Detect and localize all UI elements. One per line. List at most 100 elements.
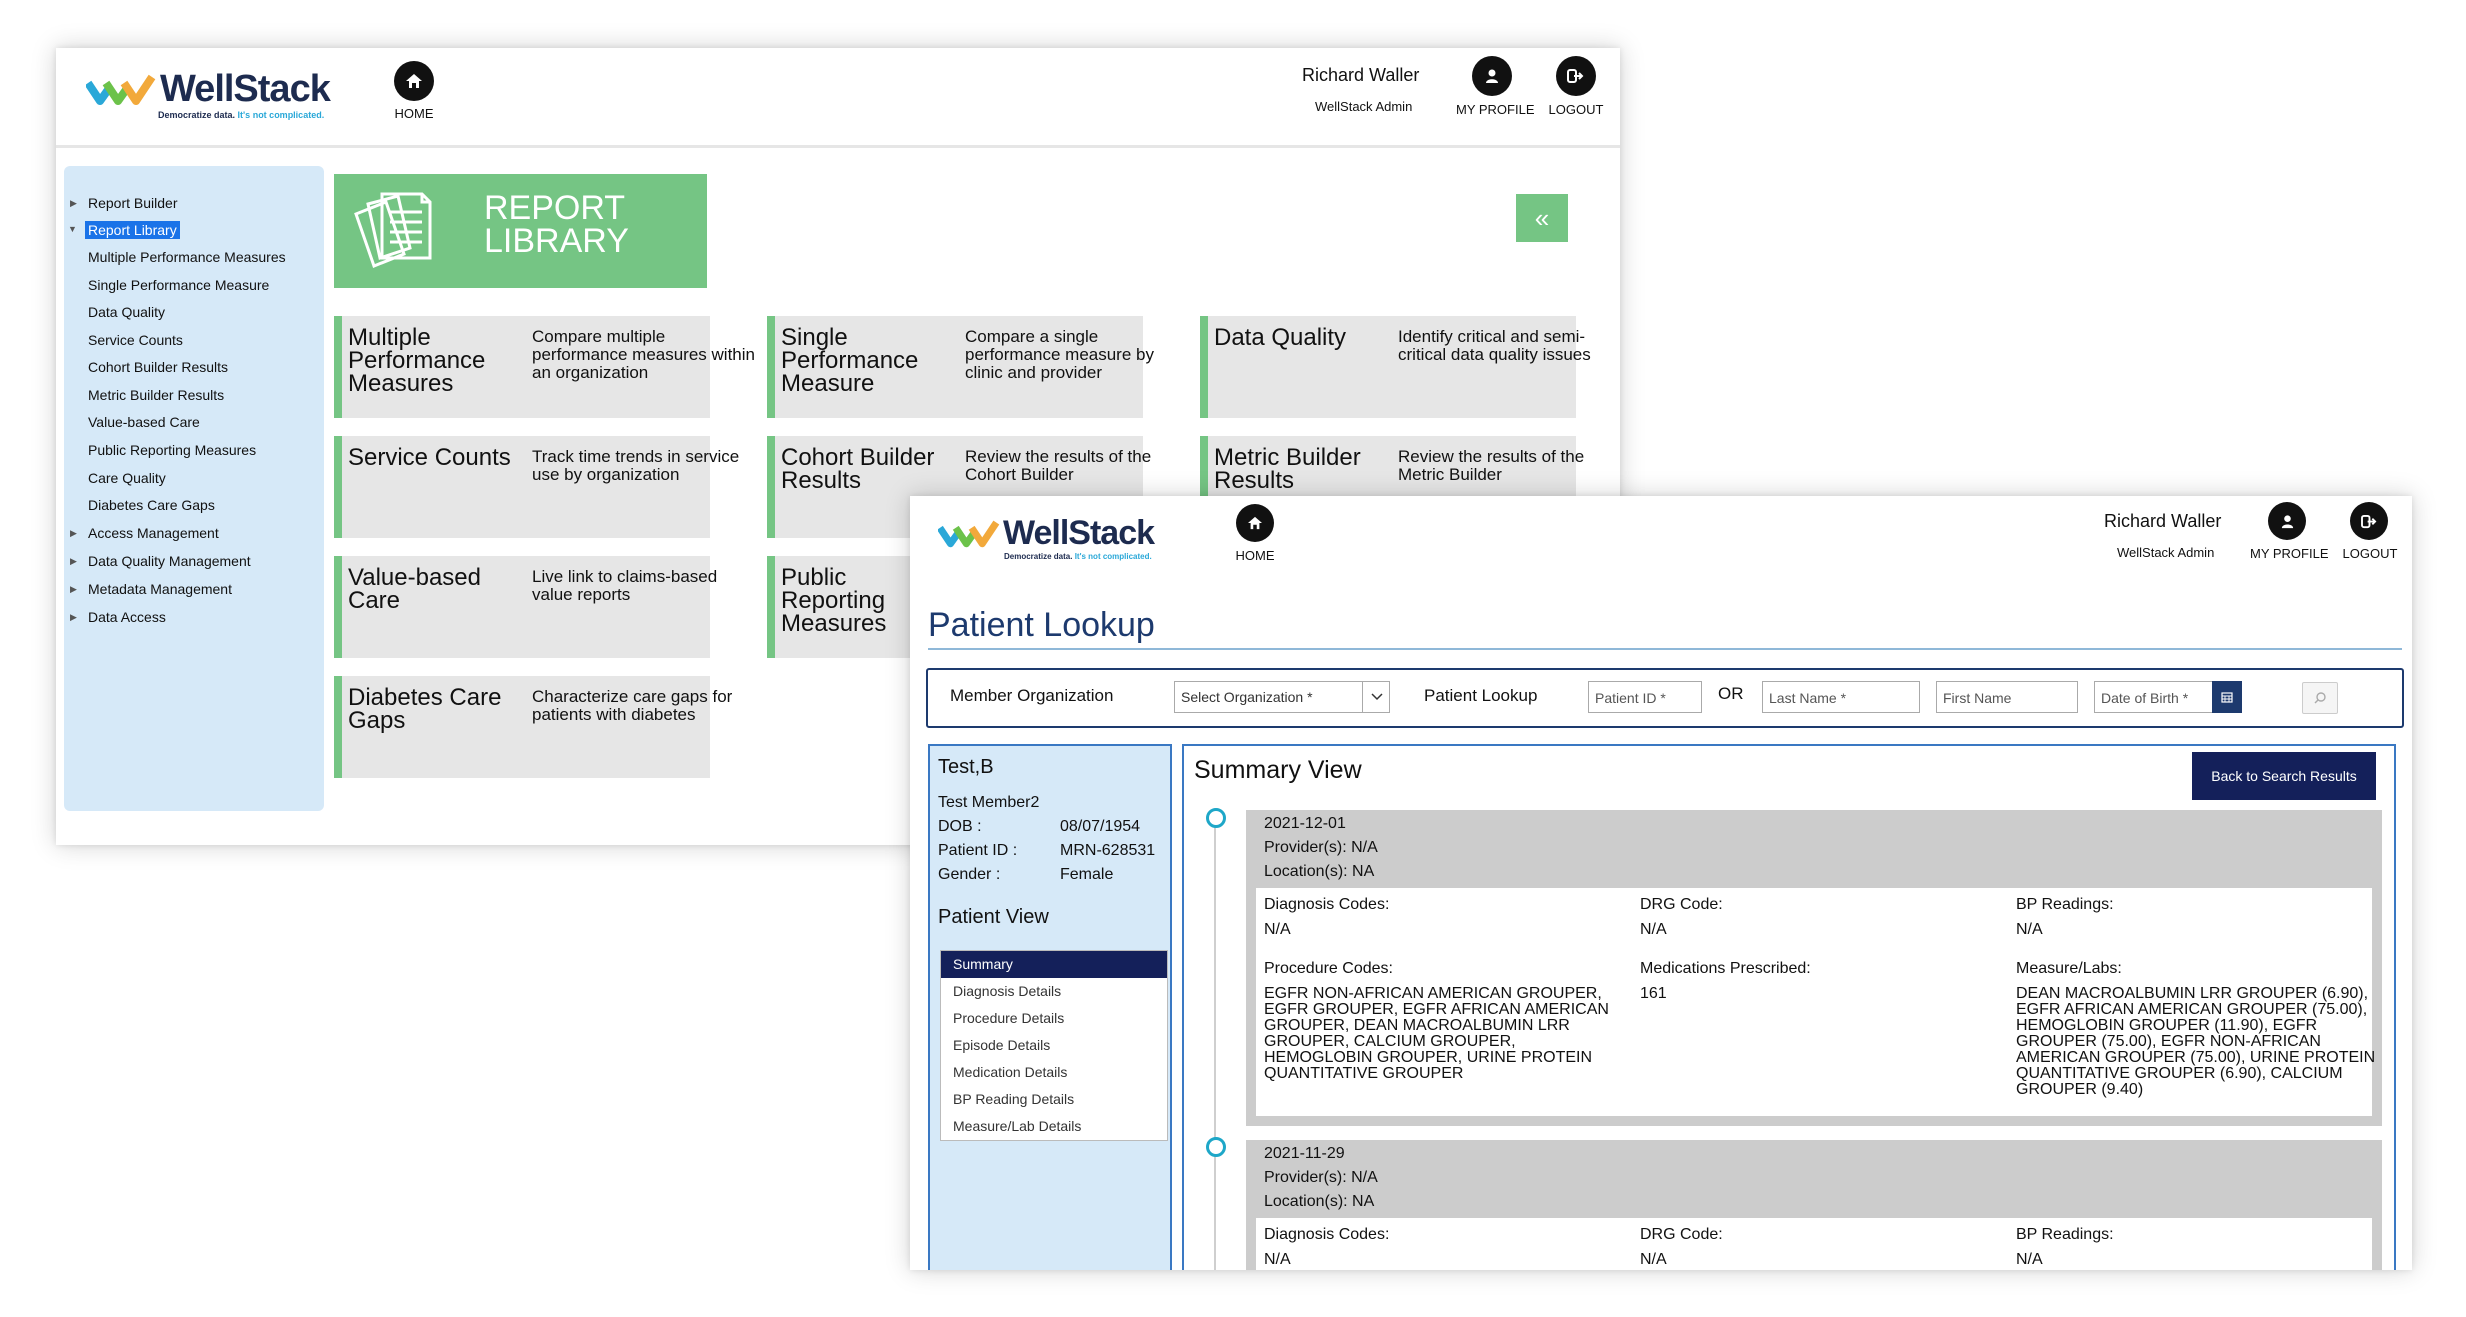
- report-card-value-based-care[interactable]: Value-based Care Live link to claims-bas…: [334, 556, 717, 658]
- sidebar-item-care-quality[interactable]: Care Quality: [88, 470, 166, 486]
- encounter-date: 2021-12-01: [1264, 815, 1346, 832]
- card-title: Cohort Builder Results: [781, 444, 935, 494]
- my-profile-button[interactable]: [1472, 56, 1512, 96]
- banner-title-line1: REPORT: [484, 189, 626, 227]
- calendar-icon: [2221, 692, 2233, 703]
- wellstack-logo[interactable]: WellStack: [86, 68, 331, 111]
- home-icon: [406, 74, 422, 88]
- my-profile-button[interactable]: [2268, 502, 2306, 540]
- card-description: Live link to claims-based value reports: [532, 567, 718, 604]
- bp-readings-label: BP Readings:: [2016, 1226, 2114, 1243]
- report-card-service-counts[interactable]: Service Counts Track time trends in serv…: [334, 436, 739, 538]
- expand-arrow-icon[interactable]: ▶: [70, 584, 77, 595]
- collapse-arrow-icon[interactable]: ▼: [68, 224, 77, 234]
- encounter-locations: Location(s): NA: [1264, 863, 1375, 880]
- medications-prescribed-label: Medications Prescribed:: [1640, 960, 1811, 977]
- patient-id-input[interactable]: Patient ID *: [1588, 681, 1702, 713]
- organization-select[interactable]: Select Organization *: [1174, 681, 1390, 713]
- logo-mark-icon: [86, 74, 156, 105]
- wellstack-logo[interactable]: WellStack: [938, 514, 1155, 553]
- expand-arrow-icon[interactable]: ▶: [70, 556, 77, 567]
- view-item-diagnosis-details[interactable]: Diagnosis Details: [941, 978, 1167, 1005]
- patient-info-panel: Test,B Test Member2 DOB : 08/07/1954 Pat…: [928, 744, 1172, 1270]
- report-card-multiple-performance-measures[interactable]: Multiple Performance Measures Compare mu…: [334, 316, 755, 418]
- logout-button[interactable]: [1556, 56, 1596, 96]
- sidebar-item-cohort-builder-results[interactable]: Cohort Builder Results: [88, 359, 228, 375]
- my-profile-label[interactable]: MY PROFILE: [1456, 102, 1535, 117]
- encounter-providers: Provider(s): N/A: [1264, 1169, 1378, 1186]
- card-description: Track time trends in service use by orga…: [532, 447, 740, 484]
- user-role: WellStack Admin: [2117, 545, 2215, 560]
- user-icon: [2281, 514, 2293, 528]
- sidebar-item-single-performance-measure[interactable]: Single Performance Measure: [88, 277, 269, 293]
- calendar-button[interactable]: [2212, 681, 2242, 713]
- member-organization-label: Member Organization: [950, 686, 1114, 705]
- sidebar-group-report-library[interactable]: Report Library: [85, 221, 180, 239]
- patient-name: Test,B: [938, 756, 994, 778]
- patient-lookup-label: Patient Lookup: [1424, 686, 1538, 705]
- card-title: Value-based Care: [348, 564, 481, 614]
- patient-id-label: Patient ID :: [938, 842, 1018, 859]
- logout-label[interactable]: LOGOUT: [1548, 102, 1604, 117]
- timeline-node-icon: [1206, 1137, 1226, 1157]
- summary-title: Summary View: [1194, 756, 1362, 784]
- logo-text: WellStack: [1003, 514, 1155, 552]
- expand-arrow-icon[interactable]: ▶: [70, 528, 77, 539]
- dob-label: DOB :: [938, 818, 982, 835]
- sidebar-item-multiple-performance-measures[interactable]: Multiple Performance Measures: [88, 249, 286, 265]
- sidebar-item-public-reporting-measures[interactable]: Public Reporting Measures: [88, 442, 256, 458]
- first-name-input[interactable]: First Name: [1936, 681, 2078, 713]
- view-item-bp-reading-details[interactable]: BP Reading Details: [941, 1086, 1167, 1113]
- view-item-medication-details[interactable]: Medication Details: [941, 1059, 1167, 1086]
- sidebar-item-metric-builder-results[interactable]: Metric Builder Results: [88, 387, 224, 403]
- date-of-birth-input[interactable]: Date of Birth *: [2094, 681, 2214, 713]
- logo-tagline: Democratize data. It's not complicated.: [158, 110, 324, 120]
- report-card-single-performance-measure[interactable]: Single Performance Measure Compare a sin…: [767, 316, 1154, 418]
- sidebar-item-data-quality[interactable]: Data Quality: [88, 304, 165, 320]
- title-divider: [928, 648, 2402, 650]
- double-chevron-left-icon: «: [1534, 202, 1550, 233]
- home-label[interactable]: HOME: [1233, 548, 1277, 563]
- organization-select-toggle[interactable]: [1362, 681, 1391, 713]
- view-item-episode-details[interactable]: Episode Details: [941, 1032, 1167, 1059]
- logout-button[interactable]: [2350, 502, 2388, 540]
- my-profile-label[interactable]: MY PROFILE: [2250, 546, 2329, 561]
- home-button[interactable]: [1236, 504, 1274, 542]
- sidebar-item-value-based-care[interactable]: Value-based Care: [88, 414, 200, 430]
- tagline-text: Democratize data.: [158, 110, 236, 120]
- chevron-down-icon: [1371, 693, 1383, 701]
- sidebar-group-report-builder[interactable]: Report Builder: [88, 195, 178, 211]
- collapse-sidebar-button[interactable]: «: [1516, 194, 1568, 242]
- search-button[interactable]: [2302, 682, 2338, 714]
- expand-arrow-icon[interactable]: ▶: [70, 612, 77, 623]
- home-button[interactable]: [394, 61, 434, 101]
- home-label[interactable]: HOME: [392, 106, 436, 121]
- logout-label[interactable]: LOGOUT: [2342, 546, 2398, 561]
- sidebar-group-data-quality-management[interactable]: Data Quality Management: [88, 553, 251, 569]
- expand-arrow-icon[interactable]: ▶: [70, 198, 77, 209]
- patient-id-value: MRN-628531: [1060, 842, 1156, 859]
- report-card-data-quality[interactable]: Data Quality Identify critical and semi-…: [1200, 316, 1591, 418]
- drg-code-value: N/A: [1640, 1251, 1667, 1268]
- view-item-measure-lab-details[interactable]: Measure/Lab Details: [941, 1113, 1167, 1140]
- patient-member: Test Member2: [938, 794, 1040, 811]
- diagnosis-codes-value: N/A: [1264, 921, 1291, 938]
- back-to-search-results-button[interactable]: Back to Search Results: [2192, 752, 2376, 800]
- report-card-diabetes-care-gaps[interactable]: Diabetes Care Gaps Characterize care gap…: [334, 676, 732, 778]
- logo-tagline: Democratize data. It's not complicated.: [1004, 552, 1152, 561]
- report-library-banner: REPORT LIBRARY: [334, 174, 707, 288]
- medications-prescribed-value: 161: [1640, 985, 1667, 1002]
- sidebar-group-metadata-management[interactable]: Metadata Management: [88, 581, 232, 597]
- gender-value: Female: [1060, 866, 1114, 883]
- last-name-input[interactable]: Last Name *: [1762, 681, 1920, 713]
- sidebar-item-service-counts[interactable]: Service Counts: [88, 332, 183, 348]
- sidebar-group-data-access[interactable]: Data Access: [88, 609, 166, 625]
- sidebar-item-diabetes-care-gaps[interactable]: Diabetes Care Gaps: [88, 497, 215, 513]
- card-description: Review the results of the Cohort Builder: [965, 447, 1152, 484]
- view-item-summary[interactable]: Summary: [941, 951, 1167, 978]
- view-item-procedure-details[interactable]: Procedure Details: [941, 1005, 1167, 1032]
- card-title: Multiple Performance Measures: [348, 324, 486, 397]
- sidebar-group-access-management[interactable]: Access Management: [88, 525, 219, 541]
- card-description: Identify critical and semi-critical data…: [1398, 327, 1591, 364]
- card-description: Compare a single performance measure by …: [965, 327, 1154, 382]
